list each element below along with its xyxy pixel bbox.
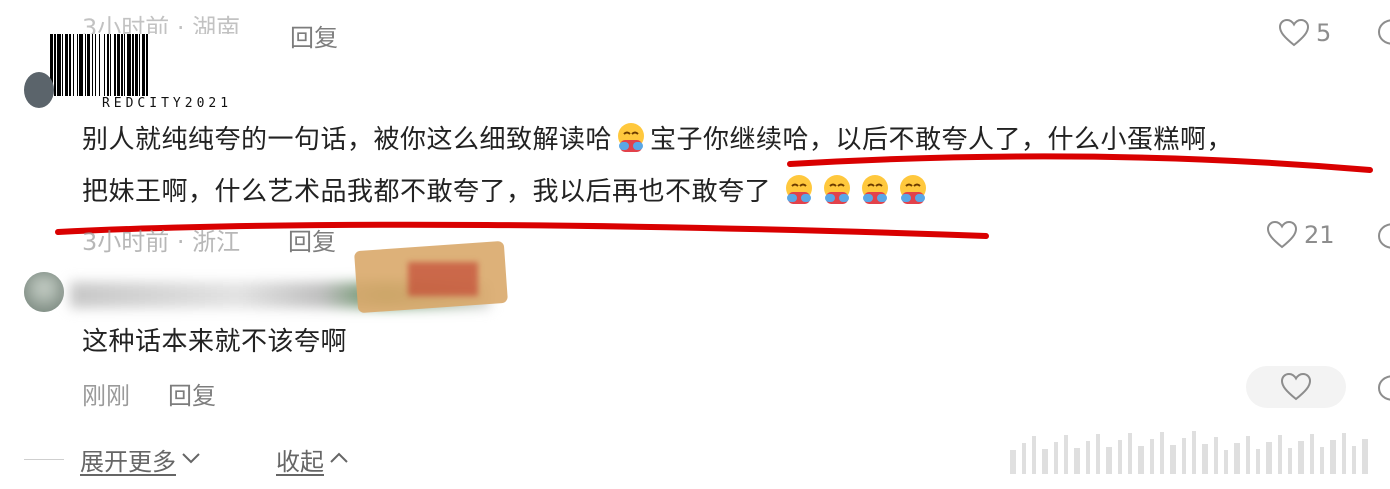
faint-bar xyxy=(1192,431,1196,474)
faint-bar xyxy=(1202,444,1208,474)
faint-bar xyxy=(1224,450,1228,474)
faint-bar xyxy=(1288,448,1292,474)
avatar[interactable] xyxy=(24,72,54,108)
faint-bar xyxy=(1182,438,1186,474)
faint-bar xyxy=(1074,448,1080,474)
comment-2-reply-button[interactable]: 回复 xyxy=(168,376,216,411)
faint-bar xyxy=(1246,436,1250,474)
footer-divider xyxy=(24,459,64,460)
faint-bar xyxy=(1330,440,1336,474)
avatar[interactable] xyxy=(24,272,64,312)
faint-bar xyxy=(1310,434,1314,474)
faint-bar xyxy=(1150,439,1154,474)
faint-bar xyxy=(1320,447,1324,474)
hug-emoji-icon xyxy=(896,172,930,206)
faint-bar xyxy=(1064,435,1068,474)
chevron-up-icon xyxy=(328,450,350,469)
faint-bar xyxy=(1138,446,1144,474)
comment-1-like-button[interactable]: 21 xyxy=(1266,220,1335,250)
heart-icon xyxy=(1278,18,1310,48)
faint-bar xyxy=(1362,439,1368,474)
expand-more-button[interactable]: 展开更多 xyxy=(80,442,202,477)
comment-1-text-c: 把妹王啊，什么艺术品我都不敢夸了，我以后再也不敢夸了 xyxy=(82,177,772,207)
chevron-down-icon xyxy=(180,450,202,469)
top-comment-reply-button[interactable]: 回复 xyxy=(290,18,338,53)
comment-1-reply-button[interactable]: 回复 xyxy=(288,222,336,257)
faint-bar xyxy=(1042,449,1048,474)
hug-emoji-icon xyxy=(820,172,854,206)
comment-1-line-1: 别人就纯纯夸的一句话，被你这么细致解读哈 宝子你继续哈，以后不敢夸人了，什么小蛋糕… xyxy=(82,118,1233,162)
top-comment-like-button[interactable]: 5 xyxy=(1278,18,1331,48)
hug-emoji-icon xyxy=(858,172,892,206)
barcode-code: REDCITY2021 xyxy=(101,96,233,111)
comment-2-censor-mark xyxy=(408,262,478,296)
faint-bar xyxy=(1118,440,1122,474)
top-comment-like-count: 5 xyxy=(1316,19,1332,47)
comment-2-text: 这种话本来就不该夸啊 xyxy=(82,327,348,357)
faint-bar xyxy=(1086,441,1090,474)
faint-bar xyxy=(1298,441,1304,474)
comment-1-text-a: 别人就纯纯夸的一句话，被你这么细致解读哈 xyxy=(82,125,613,155)
faint-bar xyxy=(1352,446,1356,474)
faint-bar xyxy=(1096,434,1100,474)
faint-bar xyxy=(1234,443,1240,474)
faint-bar xyxy=(1278,435,1282,474)
comment-1-like-count: 21 xyxy=(1304,221,1335,249)
comment-1-text-b: 宝子你继续哈，以后不敢夸人了，什么小蛋糕啊， xyxy=(650,125,1234,155)
comment-2-right-edge-icon[interactable] xyxy=(1376,372,1390,408)
hug-emoji-icon xyxy=(782,172,816,206)
barcode-bars xyxy=(50,34,284,96)
faint-bar xyxy=(1256,449,1260,474)
comment-2-like-button[interactable] xyxy=(1246,366,1346,408)
faint-bar xyxy=(1170,445,1176,474)
comment-1-line-2: 把妹王啊，什么艺术品我都不敢夸了，我以后再也不敢夸了 xyxy=(82,170,932,214)
comment-1-meta: 3小时前 · 浙江 xyxy=(82,228,241,256)
comment-1-right-edge-icon[interactable] xyxy=(1376,220,1390,256)
hug-emoji-icon xyxy=(614,120,648,154)
faint-bar xyxy=(1106,447,1112,474)
faint-bar xyxy=(1054,442,1058,474)
faint-watermark xyxy=(1010,428,1380,474)
faint-bar xyxy=(1342,433,1346,474)
top-comment-right-edge-icon[interactable] xyxy=(1376,16,1390,52)
faint-bar xyxy=(1022,443,1026,474)
collapse-label: 收起 xyxy=(276,448,324,476)
faint-bar xyxy=(1128,433,1132,474)
faint-bar xyxy=(1214,437,1218,474)
comment-2-time: 刚刚 xyxy=(82,382,130,410)
faint-bar xyxy=(1010,450,1016,474)
faint-bar xyxy=(1032,436,1036,474)
expand-more-label: 展开更多 xyxy=(80,448,176,476)
heart-icon xyxy=(1266,220,1298,250)
collapse-button[interactable]: 收起 xyxy=(276,442,350,477)
heart-icon xyxy=(1280,372,1312,402)
faint-bar xyxy=(1160,432,1164,474)
faint-bar xyxy=(1266,442,1272,474)
barcode-watermark: REDCITY2021 xyxy=(50,34,284,114)
barcode-bar xyxy=(148,34,149,96)
